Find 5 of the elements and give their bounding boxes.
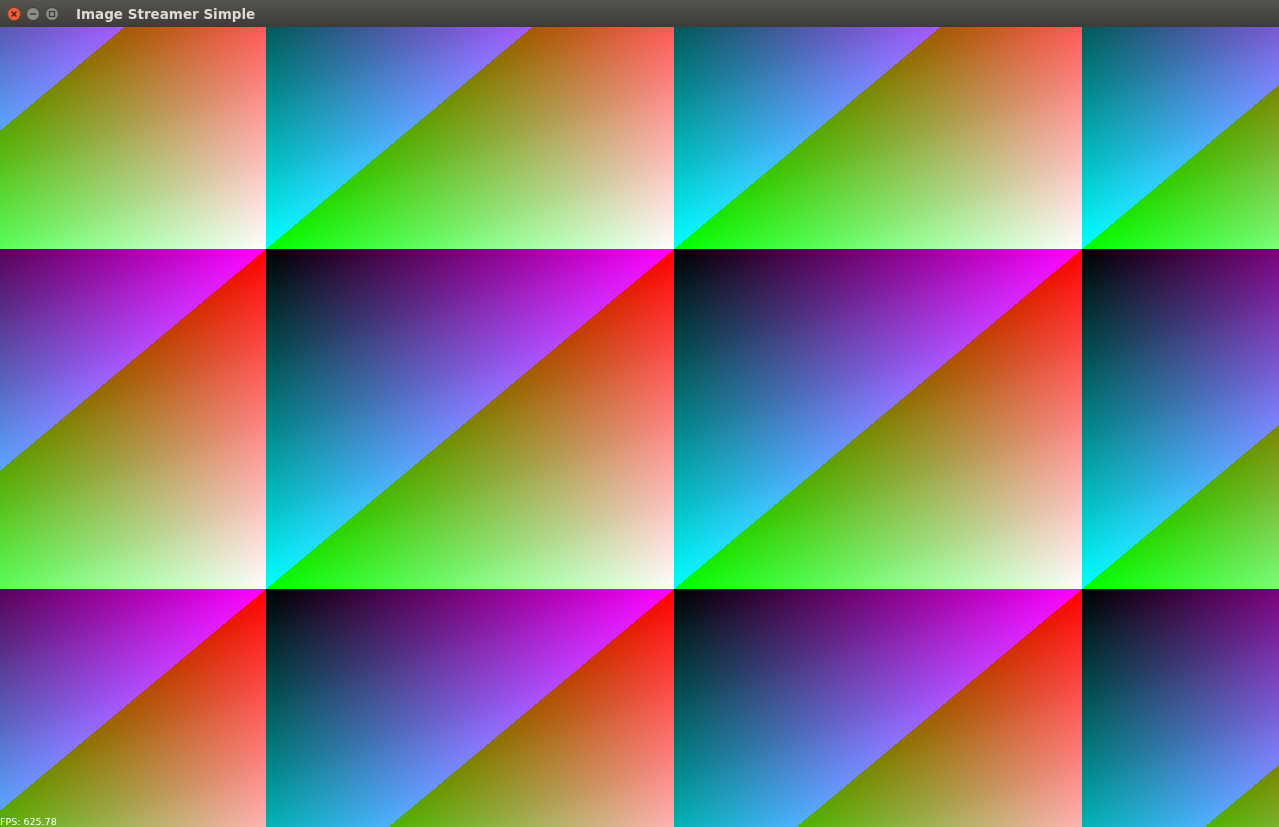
fps-counter: FPS: 625.78 xyxy=(0,816,57,827)
window-title: Image Streamer Simple xyxy=(76,5,256,22)
minimize-icon[interactable] xyxy=(26,6,40,21)
close-icon[interactable] xyxy=(7,6,21,21)
maximize-icon[interactable] xyxy=(45,6,59,21)
